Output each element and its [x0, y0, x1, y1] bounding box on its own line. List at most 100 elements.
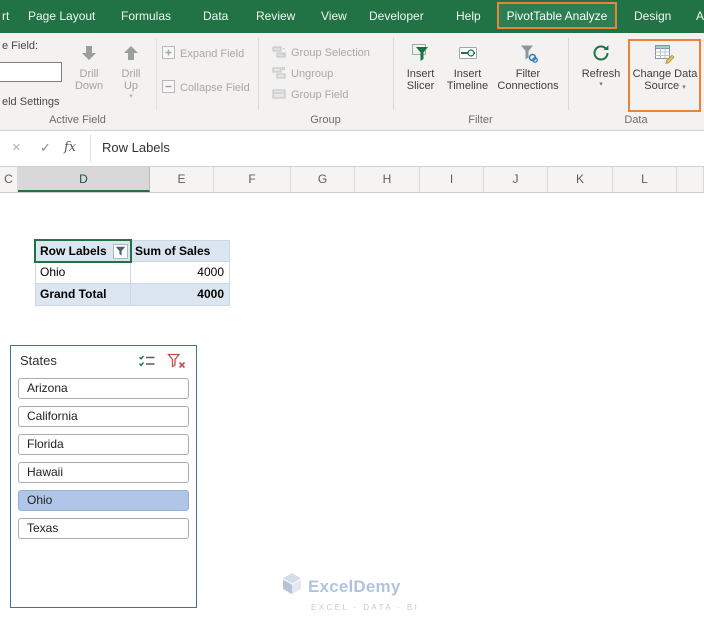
filter-group-label: Filter [468, 114, 493, 126]
tab-data[interactable]: Data [203, 0, 228, 33]
group-selection-label: Group Selection [291, 47, 370, 59]
drill-up-label-1: Drill [121, 68, 141, 80]
group-selection-button[interactable]: Group Selection [272, 45, 370, 61]
pivot-cell-ohio[interactable]: Ohio [35, 262, 131, 284]
filter-connections-button[interactable]: Filter Connections [492, 41, 564, 92]
column-header-c[interactable]: C [0, 167, 18, 192]
insert-slicer-label-1: Insert [406, 68, 435, 80]
refresh-caret-icon: ▾ [599, 81, 603, 88]
active-field-input[interactable] [0, 62, 62, 82]
ribbon: e Field: eld Settings Drill Down Drill U… [0, 33, 704, 131]
field-settings-button[interactable]: eld Settings [2, 96, 59, 108]
tab-view[interactable]: View [321, 0, 347, 33]
insert-slicer-button[interactable]: Insert Slicer [398, 41, 443, 92]
filter-connections-icon [518, 41, 538, 65]
cancel-icon[interactable]: × [12, 131, 21, 165]
row-labels-filter-icon[interactable] [113, 244, 128, 259]
ungroup-button[interactable]: Ungroup [272, 66, 333, 82]
insert-timeline-label-2: Timeline [446, 80, 489, 92]
pivot-grand-total-row: Grand Total 4000 [35, 284, 230, 306]
column-header-g[interactable]: G [291, 167, 355, 192]
ungroup-icon [272, 66, 286, 83]
excel-window: rt Page Layout Formulas Data Review View… [0, 0, 704, 619]
pivot-cell-ohio-value[interactable]: 4000 [131, 262, 230, 284]
column-header-f[interactable]: F [214, 167, 291, 192]
drill-down-button[interactable]: Drill Down [68, 41, 110, 92]
collapse-field-button[interactable]: Collapse Field [162, 80, 250, 96]
insert-timeline-icon [458, 41, 478, 65]
pivot-table: Row Labels Sum of Sales Ohio 4000 Grand … [34, 239, 230, 306]
column-headers: C D E F G H I J K L [0, 167, 704, 193]
tab-pivottable-analyze[interactable]: PivotTable Analyze [497, 2, 617, 29]
slicer-item-arizona[interactable]: Arizona [18, 378, 189, 399]
expand-field-button[interactable]: Expand Field [162, 46, 244, 62]
drill-up-caret-icon: ▾ [129, 93, 133, 100]
pivot-header-sum-of-sales-cell[interactable]: Sum of Sales [131, 240, 230, 262]
drill-up-button[interactable]: Drill Up ▾ [111, 41, 151, 101]
exceldemy-logo-icon [281, 572, 303, 602]
clear-filter-icon[interactable] [166, 352, 186, 370]
watermark-row: ExcelDemy [281, 572, 451, 602]
slicer-item-texas[interactable]: Texas [18, 518, 189, 539]
ribbon-tab-bar: rt Page Layout Formulas Data Review View… [0, 0, 704, 33]
expand-field-label: Expand Field [180, 48, 245, 60]
pivot-header-row: Row Labels Sum of Sales [34, 239, 230, 263]
pivot-cell-grand-total-value[interactable]: 4000 [131, 284, 230, 306]
slicer-item-florida[interactable]: Florida [18, 434, 189, 455]
group-field-icon [272, 87, 286, 104]
active-field-inner-separator [156, 38, 157, 110]
column-header-i[interactable]: I [420, 167, 484, 192]
tab-page-layout[interactable]: Page Layout [28, 0, 95, 33]
watermark: ExcelDemy EXCEL · DATA · BI [281, 572, 451, 612]
insert-function-icon[interactable]: fx [64, 131, 76, 165]
column-header-partial[interactable] [677, 167, 704, 192]
multi-select-icon[interactable] [137, 352, 157, 370]
watermark-tagline: EXCEL · DATA · BI [311, 603, 420, 612]
drill-up-label-2: Up [123, 80, 139, 92]
active-field-group-label: Active Field [49, 114, 106, 126]
change-data-source-label-1: Change Data [632, 68, 698, 80]
column-header-l[interactable]: L [613, 167, 677, 192]
tab-insert-partial[interactable]: rt [2, 0, 9, 33]
pivot-header-row-labels-cell[interactable]: Row Labels [34, 239, 132, 263]
states-slicer: States Arizona California Florida Hawaii… [10, 345, 197, 608]
column-header-e[interactable]: E [150, 167, 214, 192]
tab-design[interactable]: Design [634, 0, 671, 33]
change-data-source-button[interactable]: Change Data Source ▾ [632, 41, 698, 92]
slicer-item-hawaii[interactable]: Hawaii [18, 462, 189, 483]
watermark-brand: ExcelDemy [308, 577, 401, 596]
group-field-label: Group Field [291, 89, 349, 101]
pivot-cell-grand-total[interactable]: Grand Total [35, 284, 131, 306]
column-header-d[interactable]: D [18, 167, 150, 192]
tab-formulas[interactable]: Formulas [121, 0, 171, 33]
column-header-h[interactable]: H [355, 167, 420, 192]
collapse-field-icon [162, 80, 175, 96]
slicer-item-california[interactable]: California [18, 406, 189, 427]
insert-slicer-icon [411, 41, 431, 65]
tab-developer[interactable]: Developer [369, 0, 424, 33]
slicer-item-ohio[interactable]: Ohio [18, 490, 189, 511]
insert-timeline-button[interactable]: Insert Timeline [443, 41, 492, 92]
column-header-k[interactable]: K [548, 167, 613, 192]
insert-timeline-label-1: Insert [453, 68, 482, 80]
ungroup-label: Ungroup [291, 68, 334, 80]
tab-help[interactable]: Help [456, 0, 481, 33]
change-data-source-label-2-text: Source [644, 80, 680, 92]
tab-review[interactable]: Review [256, 0, 295, 33]
active-field-caption: e Field: [2, 40, 39, 52]
column-header-j[interactable]: J [484, 167, 548, 192]
change-data-source-icon [654, 41, 676, 65]
formula-bar-value[interactable]: Row Labels [102, 131, 170, 165]
tab-acrobat-partial[interactable]: A [696, 0, 704, 33]
change-data-source-label-2: Source ▾ [644, 80, 685, 92]
filter-connections-label-2: Connections [497, 80, 559, 92]
group-separator-3 [568, 38, 569, 110]
pivot-row-labels-text: Row Labels [40, 244, 107, 258]
drill-up-icon [121, 41, 141, 65]
data-group-label: Data [624, 114, 648, 126]
slicer-title: States [20, 353, 57, 368]
refresh-button[interactable]: Refresh ▾ [577, 41, 625, 89]
pivot-data-row: Ohio 4000 [35, 262, 230, 284]
enter-icon[interactable]: ✓ [40, 131, 51, 165]
group-field-button[interactable]: Group Field [272, 87, 348, 103]
